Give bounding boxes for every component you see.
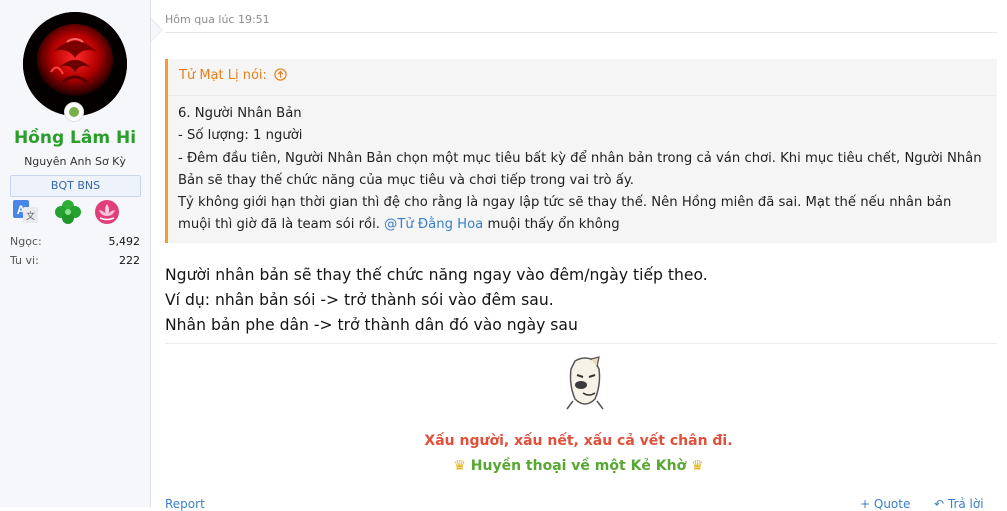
quote-line: - Đêm đầu tiên, Người Nhân Bản chọn một …	[178, 150, 982, 188]
stat-value-ngoc: 5,492	[108, 235, 141, 248]
avatar[interactable]	[23, 12, 127, 116]
signature-text: Huyền thoại về một Kẻ Khờ	[470, 458, 687, 474]
lotus-icon[interactable]	[93, 199, 121, 225]
reply-icon: ↶	[934, 497, 945, 511]
reply-label: Trả lời	[947, 497, 984, 511]
sticker-image	[561, 355, 609, 411]
signature-divider	[165, 343, 997, 344]
divider	[165, 32, 997, 33]
clover-icon[interactable]	[54, 199, 82, 225]
online-status-icon	[64, 102, 84, 122]
quote-button[interactable]: + Quote	[860, 497, 910, 511]
quote-line: - Số lượng: 1 người	[178, 128, 303, 144]
user-mention-link[interactable]: @Tử Đằng Hoa	[384, 217, 483, 232]
quote-block: Tử Mạt Lị nói: 6. Người Nhân Bản - Số lư…	[165, 59, 997, 243]
post-timestamp[interactable]: Hôm qua lúc 19:51	[165, 13, 270, 26]
stat-label-ngoc: Ngọc:	[10, 235, 42, 248]
stat-label-tuvi: Tu vi:	[10, 254, 39, 267]
user-info-panel: Hồng Lâm Hi Nguyên Anh Sơ Kỳ BQT BNS A 文…	[0, 0, 163, 507]
report-link[interactable]: Report	[165, 497, 205, 511]
quote-author-label[interactable]: Tử Mạt Lị nói:	[179, 68, 267, 83]
quote-line: Tỷ không giới hạn thời gian thì đệ cho r…	[178, 192, 988, 237]
quote-line: 6. Người Nhân Bản	[178, 106, 302, 121]
stat-value-tuvi: 222	[119, 254, 140, 267]
message-line: Người nhân bản sẽ thay thế chức năng nga…	[165, 266, 708, 284]
message-line: Nhân bản phe dân -> trở thành dân đó vào…	[165, 316, 578, 334]
arrow-up-circle-icon[interactable]	[274, 68, 287, 81]
signature-line-2: ♛ Huyền thoại về một Kẻ Khờ ♛	[150, 458, 1007, 474]
user-banner: BQT BNS	[10, 175, 141, 197]
crown-icon: ♛	[453, 458, 466, 474]
post-message: Người nhân bản sẽ thay thế chức năng nga…	[165, 263, 985, 338]
signature-line-1: Xấu người, xấu nết, xấu cả vết chân đi.	[424, 433, 733, 449]
quote-text: muội thấy ổn không	[487, 217, 620, 233]
quote-divider	[168, 95, 997, 96]
quote-content: 6. Người Nhân Bản - Số lượng: 1 người - …	[178, 103, 988, 237]
user-title: Nguyên Anh Sơ Kỳ	[24, 155, 126, 168]
svg-text:文: 文	[26, 210, 35, 222]
username[interactable]: Hồng Lâm Hi	[0, 128, 150, 148]
crown-icon: ♛	[691, 458, 704, 474]
message-line: Ví dụ: nhân bản sói -> trở thành sói vào…	[165, 291, 554, 309]
quote-author-link[interactable]: Tử Mạt Lị nói:	[179, 68, 287, 83]
reply-button[interactable]: ↶ Trả lời	[934, 497, 984, 511]
translate-icon[interactable]: A 文	[12, 199, 40, 225]
